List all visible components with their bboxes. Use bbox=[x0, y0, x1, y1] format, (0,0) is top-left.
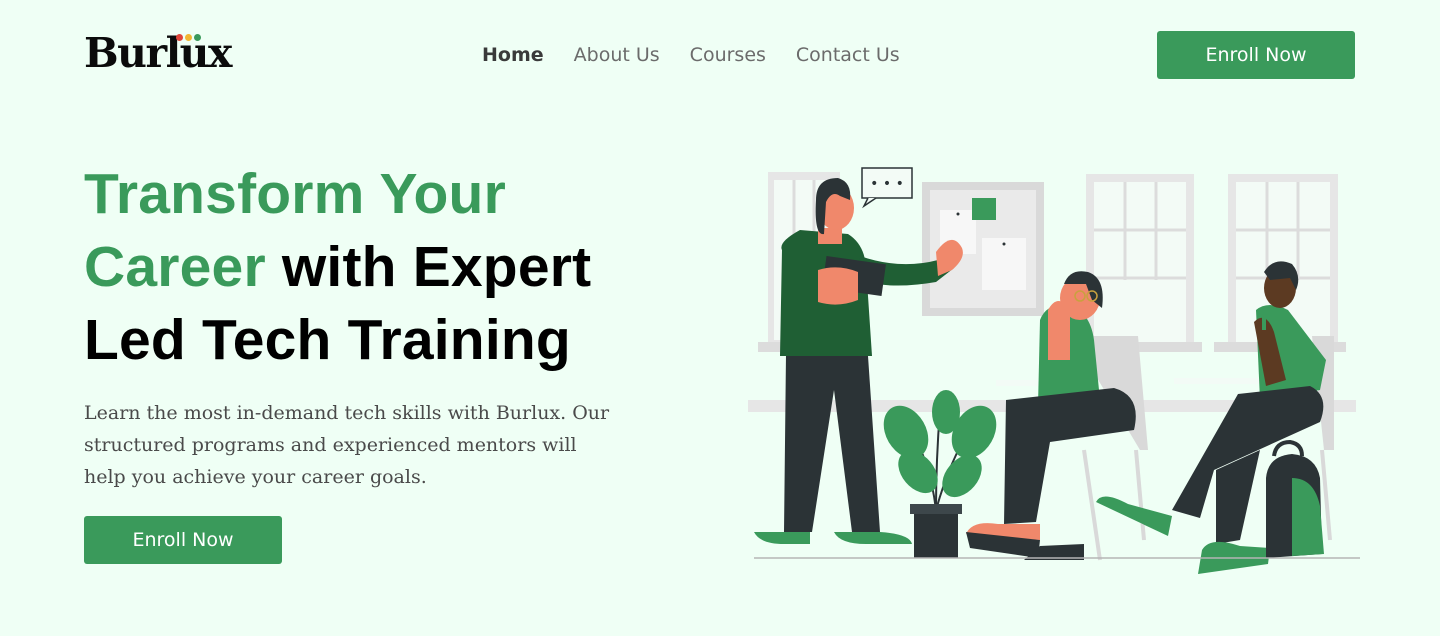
speech-bubble: • • • bbox=[861, 167, 913, 209]
logo-dot-yellow bbox=[185, 34, 192, 41]
header-enroll-button[interactable]: Enroll Now bbox=[1157, 31, 1355, 79]
brand-name: Burlux bbox=[84, 29, 232, 77]
logo-dot-green bbox=[194, 34, 201, 41]
nav-item-about-us[interactable]: About Us bbox=[574, 43, 660, 67]
classroom-illustration: • • • bbox=[748, 167, 1360, 574]
hero-enroll-button[interactable]: Enroll Now bbox=[84, 516, 282, 564]
nav-item-courses[interactable]: Courses bbox=[690, 43, 766, 67]
brand-logo[interactable]: Burlux bbox=[84, 29, 232, 77]
hero-title: Transform Your Career with Expert Led Te… bbox=[84, 158, 684, 377]
logo-dot-red bbox=[176, 34, 183, 41]
hero-subtitle: Learn the most in-demand tech skills wit… bbox=[84, 402, 610, 488]
main-nav: Home About Us Courses Contact Us bbox=[482, 43, 900, 67]
logo-dots-icon bbox=[176, 34, 201, 41]
speech-bubble-text: • • • bbox=[870, 176, 904, 192]
nav-item-home[interactable]: Home bbox=[482, 43, 544, 67]
backpack-icon bbox=[1266, 439, 1324, 558]
nav-item-contact-us[interactable]: Contact Us bbox=[796, 43, 900, 67]
